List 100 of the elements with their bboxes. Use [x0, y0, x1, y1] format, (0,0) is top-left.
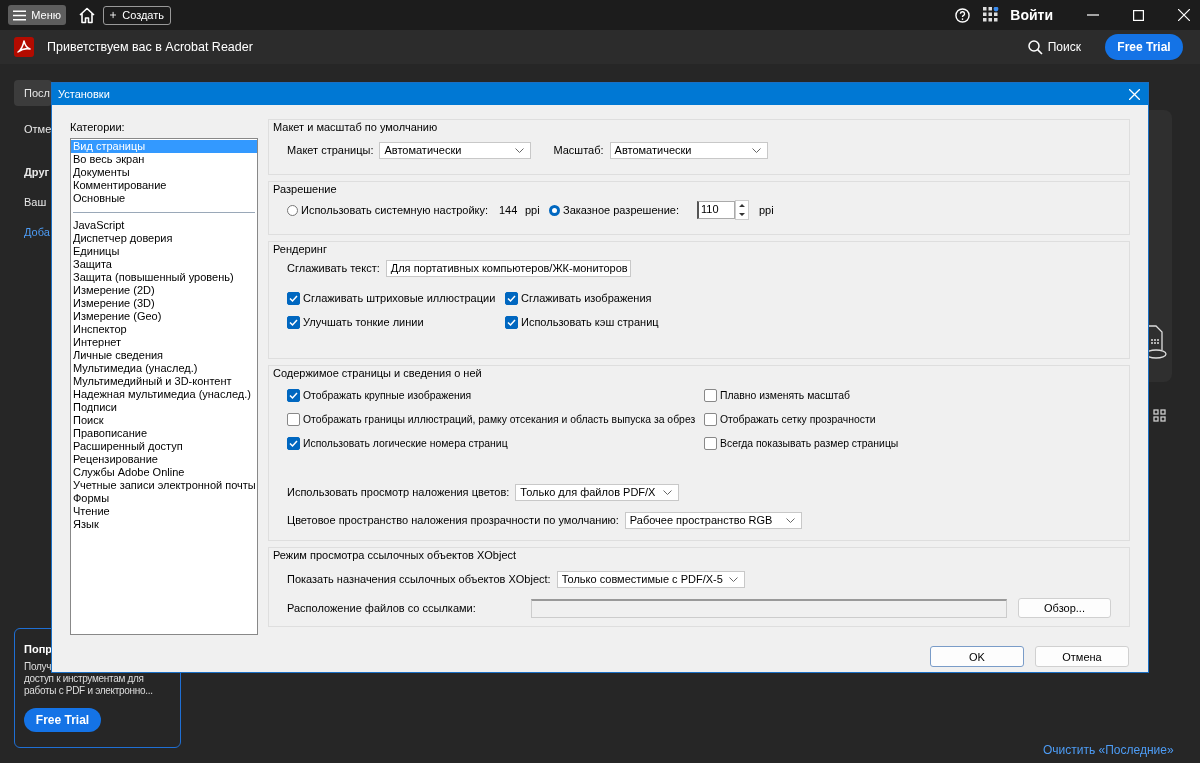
chevron-down-icon: [663, 489, 673, 495]
category-item[interactable]: Надежная мультимедиа (унаслед.): [71, 388, 257, 401]
group-title: Режим просмотра ссылочных объектов XObject: [273, 549, 517, 562]
dialog-title: Установки: [58, 88, 110, 100]
page-layout-dropdown[interactable]: Автоматически: [379, 141, 532, 159]
category-item[interactable]: Диспетчер доверия: [71, 232, 257, 245]
category-item[interactable]: Поиск: [71, 414, 257, 427]
categories-label: Категории:: [70, 121, 125, 134]
resolution-input[interactable]: 110: [697, 201, 735, 219]
category-item[interactable]: Рецензирование: [71, 453, 257, 466]
overprint-dropdown[interactable]: Только для файлов PDF/X: [515, 483, 680, 501]
spin-arrows-icon[interactable]: [735, 200, 749, 220]
group-title: Рендеринг: [273, 243, 327, 256]
checkbox[interactable]: [704, 412, 717, 426]
category-item[interactable]: Язык: [71, 518, 257, 531]
chevron-down-icon: [751, 147, 761, 153]
search-link[interactable]: Поиск: [1047, 40, 1081, 54]
checkbox[interactable]: [505, 315, 518, 329]
category-item[interactable]: Единицы: [71, 245, 257, 258]
free-trial-button[interactable]: Free Trial: [24, 708, 101, 732]
resolution-value: 144: [499, 204, 519, 216]
category-item[interactable]: Личные сведения: [71, 349, 257, 362]
group-title: Разрешение: [273, 183, 337, 196]
xobject-dropdown[interactable]: Только совместимые с PDF/X-5: [556, 570, 745, 588]
category-item[interactable]: Измерение (2D): [71, 284, 257, 297]
browse-button[interactable]: Обзор...: [1018, 598, 1111, 618]
sidebar-item[interactable]: Ваш: [14, 195, 47, 209]
category-item[interactable]: Службы Adobe Online: [71, 466, 257, 479]
radio-label: Использовать системную настройку:: [301, 204, 490, 216]
grid-view-icon[interactable]: [1153, 409, 1166, 422]
category-item[interactable]: Комментирование: [71, 179, 257, 192]
category-item[interactable]: Измерение (Geo): [71, 310, 257, 323]
free-trial-button[interactable]: Free Trial: [1105, 34, 1183, 60]
checkbox-label: Улучшать тонкие линии: [303, 316, 424, 328]
checkbox-label: Использовать логические номера страниц: [303, 437, 508, 449]
checkbox[interactable]: [505, 291, 518, 305]
path-input[interactable]: [531, 598, 1007, 618]
promo-text: работы с PDF и электронно...: [24, 685, 153, 697]
chevron-down-icon: [515, 147, 525, 153]
maximize-icon[interactable]: [1133, 9, 1144, 21]
sidebar-item[interactable]: Отме: [14, 122, 52, 136]
category-item[interactable]: Защита (повышенный уровень): [71, 271, 257, 284]
help-icon[interactable]: [955, 7, 971, 23]
unit-label: ppi: [525, 204, 541, 216]
clear-recent-link[interactable]: Очистить «Последние»: [1043, 743, 1174, 757]
apps-icon[interactable]: [983, 7, 1000, 23]
checkbox-label: Отображать крупные изображения: [303, 389, 472, 401]
unit-label: ppi: [759, 204, 774, 216]
category-item[interactable]: JavaScript: [71, 219, 257, 232]
plus-icon: [110, 10, 117, 20]
cancel-button[interactable]: Отмена: [1035, 646, 1129, 667]
smooth-text-dropdown[interactable]: Для портативных компьютеров/ЖК-мониторов: [385, 259, 631, 277]
category-item[interactable]: Подписи: [71, 401, 257, 414]
promo-text: Получ: [24, 661, 52, 673]
checkbox[interactable]: [287, 436, 300, 450]
home-icon[interactable]: [78, 6, 96, 24]
create-button[interactable]: Создать: [103, 5, 171, 25]
category-item[interactable]: Формы: [71, 492, 257, 505]
field-label: Масштаб:: [553, 144, 604, 156]
category-item[interactable]: Чтение: [71, 505, 257, 518]
category-item[interactable]: Учетные записи электронной почты: [71, 479, 257, 492]
search-icon[interactable]: [1027, 39, 1043, 55]
checkbox[interactable]: [704, 388, 717, 402]
field-label: Использовать просмотр наложения цветов:: [287, 486, 510, 498]
ok-button[interactable]: OK: [930, 646, 1024, 667]
blend-space-dropdown[interactable]: Рабочее пространство RGB: [624, 511, 802, 529]
checkbox-label: Всегда показывать размер страницы: [720, 437, 899, 449]
sign-in-link[interactable]: Войти: [1010, 7, 1053, 23]
menu-button[interactable]: Меню: [8, 5, 66, 25]
field-label: Цветовое пространство наложения прозрачности по умолчанию:: [287, 514, 619, 526]
checkbox[interactable]: [704, 436, 717, 450]
checkbox-label: Отображать границы иллюстраций, рамку отсекания и область выпуска за обрез: [303, 413, 696, 425]
category-item[interactable]: Защита: [71, 258, 257, 271]
sidebar-tab[interactable]: Посл: [14, 80, 52, 106]
category-item[interactable]: Интернет: [71, 336, 257, 349]
category-item[interactable]: Мультимедиа (унаслед.): [71, 362, 257, 375]
close-icon[interactable]: [1178, 9, 1190, 21]
checkbox-label: Сглаживать изображения: [521, 292, 652, 304]
field-label: Макет страницы:: [287, 144, 374, 156]
checkbox[interactable]: [287, 412, 300, 426]
radio-label: Заказное разрешение:: [563, 204, 680, 216]
checkbox[interactable]: [287, 291, 300, 305]
zoom-dropdown[interactable]: Автоматически: [609, 141, 768, 159]
checkbox[interactable]: [287, 315, 300, 329]
category-item[interactable]: Измерение (3D): [71, 297, 257, 310]
sidebar-link[interactable]: Доба: [14, 225, 50, 239]
group-title: Макет и масштаб по умолчанию: [273, 121, 438, 134]
radio-button[interactable]: [287, 204, 298, 216]
checkbox[interactable]: [287, 388, 300, 402]
group-title: Содержимое страницы и сведения о ней: [273, 367, 482, 380]
category-item[interactable]: Инспектор: [71, 323, 257, 336]
category-item[interactable]: Расширенный доступ: [71, 440, 257, 453]
category-item[interactable]: Основные: [71, 192, 257, 205]
category-item[interactable]: Мультимедийный и 3D-контент: [71, 375, 257, 388]
category-item[interactable]: Во весь экран: [71, 153, 257, 166]
category-item[interactable]: Документы: [71, 166, 257, 179]
field-label: Сглаживать текст:: [287, 262, 380, 274]
category-item[interactable]: Правописание: [71, 427, 257, 440]
chevron-down-icon: [785, 517, 795, 523]
radio-button[interactable]: [549, 204, 560, 216]
